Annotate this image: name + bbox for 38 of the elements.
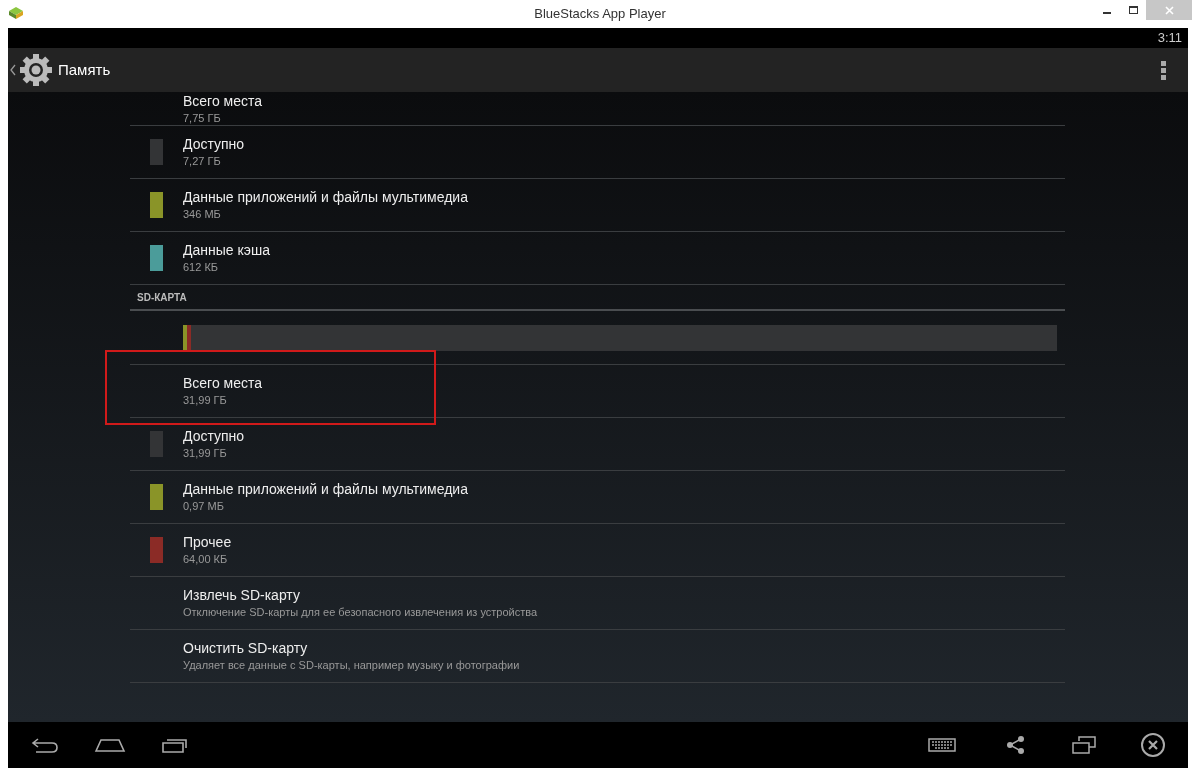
menu-item[interactable]: Очистить SD-карту Удаляет все данные с SD-карты, например музыку и фотографии: [130, 630, 1065, 683]
item-value: Отключение SD-карты для ее безопасного извлечения из устройства: [183, 605, 538, 620]
item-value: 346 МБ: [183, 207, 222, 222]
screen-title: Память: [58, 59, 111, 80]
item-value: 0,97 МБ: [183, 499, 225, 514]
item-title: Данные кэша: [183, 241, 270, 259]
menu-item[interactable]: Извлечь SD-карту Отключение SD-карты для ее безопасного извлечения из устройства: [130, 577, 1065, 630]
status-time: 3:11: [1157, 29, 1182, 48]
app-logo-icon: [8, 6, 24, 20]
window-title: BlueStacks App Player: [534, 5, 666, 24]
item-value: Удаляет все данные с SD-карты, например музыку и фотографии: [183, 658, 520, 673]
item-title: Всего места: [183, 374, 263, 392]
item-value: 31,99 ГБ: [183, 446, 228, 461]
settings-icon: [18, 52, 54, 88]
recent-apps-icon[interactable]: [161, 737, 189, 753]
back-icon: [10, 64, 16, 76]
item-title: Доступно: [183, 135, 245, 153]
item-value: 64,00 КБ: [183, 552, 229, 567]
close-icon: [1164, 5, 1174, 15]
item-title: Доступно: [183, 427, 245, 445]
item-value: 7,27 ГБ: [183, 154, 222, 169]
back-icon[interactable]: [30, 737, 60, 753]
item-title: Данные приложений и файлы мультимедиа: [183, 188, 468, 206]
item-title: Очистить SD-карту: [183, 639, 309, 657]
home-icon[interactable]: [94, 737, 126, 753]
keyboard-icon[interactable]: [928, 738, 956, 752]
windows-icon[interactable]: [1072, 736, 1096, 754]
item-title: Всего места: [183, 91, 263, 110]
item-title: Прочее: [183, 533, 232, 551]
overflow-menu-button[interactable]: [1159, 58, 1168, 82]
close-icon[interactable]: [1140, 732, 1166, 758]
item-value: 612 КБ: [183, 260, 220, 275]
item-title: Данные приложений и файлы мультимедиа: [183, 480, 468, 498]
share-icon[interactable]: [1006, 735, 1026, 755]
item-title: Извлечь SD-карту: [183, 586, 301, 604]
item-value: 31,99 ГБ: [183, 393, 228, 408]
section-header: SD-КАРТА: [137, 290, 187, 305]
item-value: 7,75 ГБ: [183, 110, 222, 126]
